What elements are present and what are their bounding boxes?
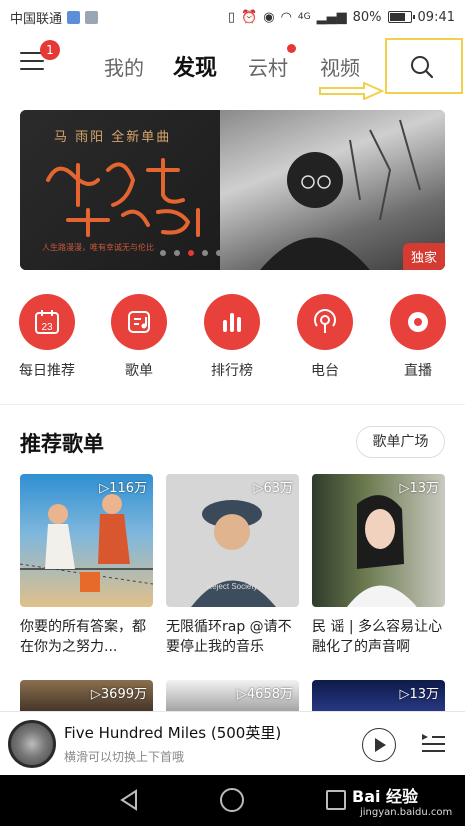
shortcut-label: 电台 [311, 363, 339, 379]
playlist-title: 民 谣 | 多么容易让心融化了的声音啊 [312, 619, 443, 655]
notification-icon-2 [85, 10, 99, 24]
notification-icon [67, 10, 81, 24]
watermark-logo: Bai 经验 [352, 787, 419, 806]
radio-icon [297, 294, 353, 350]
playlist-card[interactable]: ▷4658万 [166, 680, 299, 715]
playlist-square-button[interactable]: 歌单广场 [356, 426, 445, 458]
tab-video[interactable]: 视频 [320, 52, 360, 81]
play-count: ▷4658万 [236, 687, 293, 702]
svg-text:23: 23 [41, 322, 53, 333]
tab-discover[interactable]: 发现 [173, 50, 217, 82]
back-icon[interactable] [118, 789, 140, 811]
play-count: ▷116万 [99, 481, 147, 496]
banner-subtitle: 马 雨阳 全新单曲 [54, 130, 172, 145]
top-nav: 1 我的 发现 云村 视频 [0, 38, 465, 100]
playlist-cover-image: ▷116万 [20, 474, 153, 607]
playlist-card[interactable]: ▷13万 [312, 680, 445, 715]
playlist-icon [111, 294, 167, 350]
signal-icon: ▂▄▆ [316, 9, 347, 25]
carousel-dot[interactable] [174, 250, 180, 256]
playlist-title: 你要的所有答案，都在你为之努力... [20, 619, 146, 655]
system-nav-bar: Bai 经验 jingyan.baidu.com [0, 775, 465, 826]
shortcut-row: 23 每日推荐 歌单 排行榜 电台 直播 [0, 294, 465, 384]
shortcut-playlist[interactable]: 歌单 [104, 294, 174, 380]
playlist-card[interactable]: ▷3699万 [20, 680, 153, 715]
banner-carousel[interactable]: 马 雨阳 全新单曲 人生路漫漫，唯有幸诚无与伦比 独家 [20, 110, 445, 270]
eye-icon: ◉ [263, 9, 275, 25]
alarm-icon: ⏰ [241, 9, 258, 25]
menu-badge: 1 [40, 40, 60, 60]
carousel-dot[interactable] [202, 250, 208, 256]
banner-tagline: 人生路漫漫，唯有幸诚无与伦比 [42, 243, 154, 252]
play-count: ▷13万 [399, 687, 439, 702]
tab-mine[interactable]: 我的 [104, 52, 144, 81]
annotation-arrow-icon [319, 82, 384, 100]
carousel-dot-active[interactable] [188, 250, 194, 256]
player-song-title: Five Hundred Miles (500英里) [64, 724, 282, 742]
tab-village[interactable]: 云村 [248, 52, 288, 81]
shortcut-label: 每日推荐 [19, 363, 75, 379]
shortcut-label: 排行榜 [211, 363, 253, 379]
tab-village-dot [287, 44, 296, 53]
status-bar: 中国联通 ▯ ⏰ ◉ ◠ 4G ▂▄▆ 80% 09:41 [0, 0, 465, 34]
carousel-dot[interactable] [160, 250, 166, 256]
banner-text-panel: 马 雨阳 全新单曲 人生路漫漫，唯有幸诚无与伦比 [20, 110, 220, 270]
shortcut-charts[interactable]: 排行榜 [197, 294, 267, 380]
search-highlight [385, 38, 463, 94]
play-button[interactable] [362, 728, 396, 762]
playlist-queue-icon[interactable] [420, 732, 446, 756]
play-count: ▷13万 [399, 481, 439, 496]
section-title: 推荐歌单 [20, 432, 104, 456]
player-hint: 横滑可以切换上下首哦 [64, 750, 185, 764]
banner-calligraphy-image [46, 158, 200, 237]
network-label: 4G [297, 12, 311, 22]
play-count: ▷3699万 [90, 687, 147, 702]
clock: 09:41 [417, 9, 455, 25]
watermark-url: jingyan.baidu.com [360, 807, 453, 818]
shortcut-radio[interactable]: 电台 [290, 294, 360, 380]
divider [0, 404, 465, 405]
playlist-cover-image: Reject Society ▷63万 [166, 474, 299, 607]
shortcut-label: 直播 [404, 363, 432, 379]
shortcut-label: 歌单 [125, 363, 153, 379]
battery-icon [387, 11, 415, 23]
exclusive-tag: 独家 [402, 243, 445, 270]
recent-apps-icon[interactable] [326, 790, 346, 810]
play-count: ▷63万 [253, 481, 293, 496]
vibrate-icon: ▯ [227, 9, 236, 25]
home-icon[interactable] [220, 788, 244, 812]
carrier-label: 中国联通 [10, 11, 63, 27]
search-icon[interactable] [409, 54, 435, 80]
shortcut-live[interactable]: 直播 [383, 294, 453, 380]
carousel-dots [160, 250, 222, 256]
playlist-title: 无限循环rap @请不要停止我的音乐 [166, 619, 292, 655]
mini-player[interactable]: Five Hundred Miles (500英里) 横滑可以切换上下首哦 [0, 711, 465, 775]
playlist-card[interactable]: Reject Society ▷63万 无限循环rap @请不要停止我的音乐 [166, 474, 299, 657]
calendar-icon: 23 [19, 294, 75, 350]
wifi-icon: ◠ [280, 9, 292, 25]
chart-icon [204, 294, 260, 350]
battery-percent: 80% [352, 9, 382, 25]
playlist-card[interactable]: ▷116万 你要的所有答案，都在你为之努力... [20, 474, 153, 657]
svg-text:Reject Society: Reject Society [206, 582, 257, 591]
live-icon [390, 294, 446, 350]
album-cover-image[interactable] [8, 720, 56, 768]
playlist-card[interactable]: ▷13万 民 谣 | 多么容易让心融化了的声音啊 [312, 474, 445, 657]
playlist-cover-image: ▷13万 [312, 474, 445, 607]
carousel-dot[interactable] [216, 250, 222, 256]
shortcut-daily[interactable]: 23 每日推荐 [12, 294, 82, 380]
